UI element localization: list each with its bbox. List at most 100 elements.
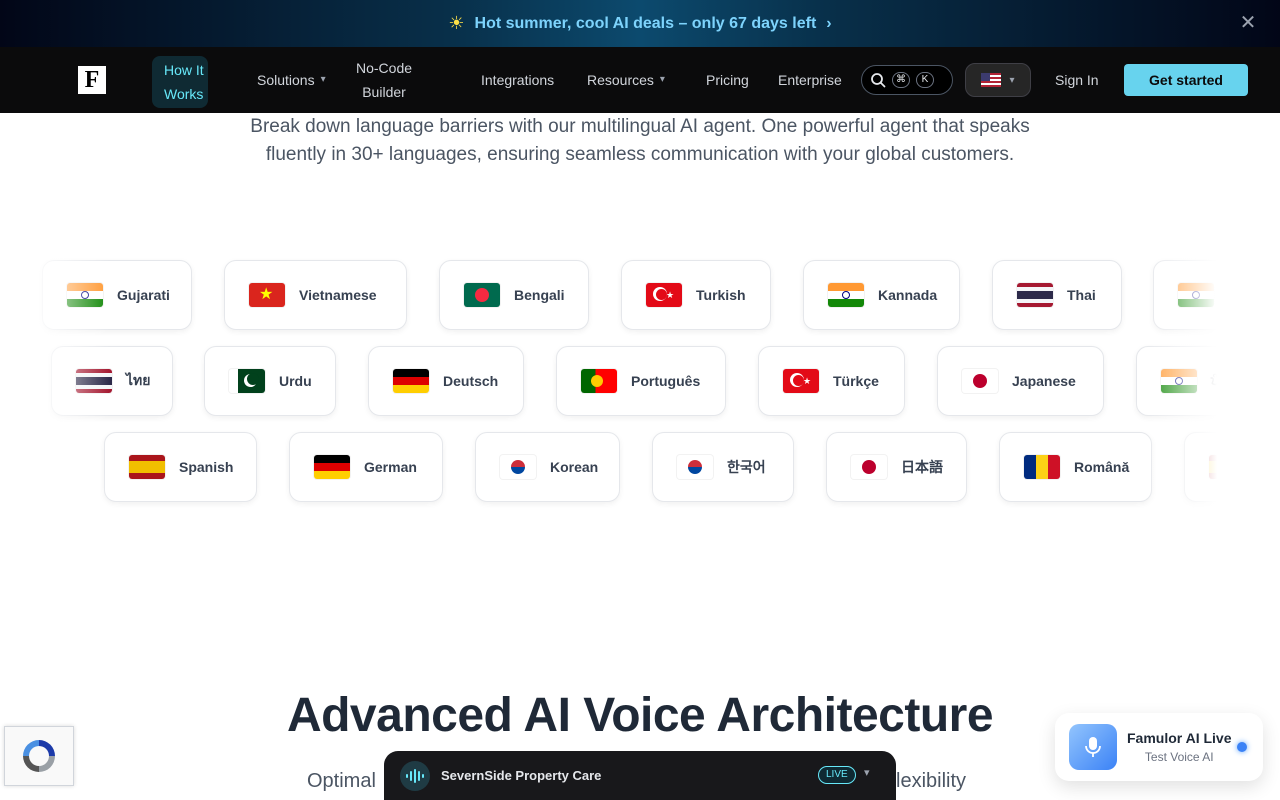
- search-icon: [871, 73, 886, 88]
- turkey-flag-icon: ★: [783, 369, 819, 393]
- kbd-cmd: ⌘: [892, 72, 910, 88]
- language-chip: 한국어: [652, 432, 794, 502]
- close-icon[interactable]: ✕: [1238, 13, 1258, 33]
- live-badge: LIVE: [818, 766, 856, 784]
- nav-enterprise[interactable]: Enterprise: [778, 68, 842, 92]
- language-label: ไทย: [126, 372, 151, 388]
- language-label: 日本語: [901, 459, 943, 475]
- language-chip: ไทย: [51, 346, 173, 416]
- kbd-k: K: [916, 72, 934, 88]
- nav-resources[interactable]: Resources ▾: [587, 68, 665, 92]
- language-chip: German: [289, 432, 443, 502]
- nav-no-code-builder[interactable]: No-Code Builder: [356, 56, 412, 104]
- language-marquee: Gujarati ★ Vietnamese Bengali ★ Turkish …: [0, 250, 1280, 520]
- language-label: Thai: [1067, 287, 1096, 303]
- india-flag-icon: [1178, 283, 1214, 307]
- language-label: Gujarati: [117, 287, 170, 303]
- romania-flag-icon: [1024, 455, 1060, 479]
- language-chip: Thai: [992, 260, 1122, 330]
- widget-subtitle: Test Voice AI: [1144, 750, 1214, 764]
- recaptcha-badge[interactable]: [4, 726, 74, 786]
- language-label: Bengali: [514, 287, 565, 303]
- language-label: 한국어: [727, 459, 766, 475]
- language-chip: Bengali: [439, 260, 589, 330]
- language-chip: [1184, 432, 1280, 502]
- brand-logo[interactable]: F: [78, 66, 106, 94]
- live-call-bar[interactable]: SevernSide Property Care LIVE ▾: [384, 751, 896, 800]
- germany-flag-icon: [393, 369, 429, 393]
- promo-banner[interactable]: ☀ Hot summer, cool AI deals – only 67 da…: [0, 0, 1280, 47]
- language-label: German: [364, 459, 417, 475]
- language-chip: ★ Vietnamese: [224, 260, 407, 330]
- india-flag-icon: [828, 283, 864, 307]
- language-label: Türkçe: [833, 373, 879, 389]
- recaptcha-icon: [23, 740, 55, 772]
- nav-solutions[interactable]: Solutions ▾: [257, 68, 326, 92]
- language-chip: Spanish: [104, 432, 257, 502]
- thailand-flag-icon: [1017, 283, 1053, 307]
- language-selector[interactable]: ▾: [965, 63, 1031, 97]
- chevron-down-icon: ▾: [659, 74, 665, 85]
- language-label: Spanish: [179, 459, 234, 475]
- thailand-flag-icon: [76, 369, 112, 393]
- spain-flag-icon: [129, 455, 165, 479]
- language-chip: Română: [999, 432, 1152, 502]
- south-korea-flag-icon: [500, 455, 536, 479]
- bangladesh-flag-icon: [464, 283, 500, 307]
- language-label: Telugu: [1228, 287, 1273, 303]
- microphone-icon[interactable]: [1069, 724, 1117, 770]
- language-label: ਪੰਜਾਬੀ: [1211, 372, 1247, 389]
- section-title: Advanced AI Voice Architecture: [286, 689, 994, 742]
- intro-text: Break down language barriers with our mu…: [250, 116, 1030, 165]
- language-chip: Korean: [475, 432, 620, 502]
- portugal-flag-icon: [581, 369, 617, 393]
- spain-flag-icon: [1209, 455, 1245, 479]
- search-button[interactable]: ⌘ K: [861, 65, 953, 95]
- language-label: Japanese: [1012, 373, 1076, 389]
- promo-arrow: ›: [826, 14, 832, 32]
- japan-flag-icon: [851, 455, 887, 479]
- call-company-name: SevernSide Property Care: [441, 768, 602, 783]
- section-subtitle-left: Optimal: [307, 770, 376, 792]
- promo-link[interactable]: ☀ Hot summer, cool AI deals – only 67 da…: [448, 13, 831, 34]
- language-chip: ★ Turkish: [621, 260, 771, 330]
- language-chip: 日本語: [826, 432, 967, 502]
- language-label: Deutsch: [443, 373, 499, 389]
- language-label: Korean: [550, 459, 599, 475]
- india-flag-icon: [67, 283, 103, 307]
- japan-flag-icon: [962, 369, 998, 393]
- voice-ai-widget[interactable]: Famulor AI Live Test Voice AI: [1055, 713, 1263, 781]
- language-label: Turkish: [696, 287, 746, 303]
- promo-text: Hot summer, cool AI deals – only 67 days…: [474, 14, 817, 32]
- language-chip: Kannada: [803, 260, 960, 330]
- us-flag-icon: [981, 73, 1002, 87]
- nav-integrations[interactable]: Integrations: [481, 68, 554, 92]
- get-started-button[interactable]: Get started: [1124, 64, 1248, 96]
- germany-flag-icon: [314, 455, 350, 479]
- language-chip: Urdu: [204, 346, 336, 416]
- language-chip: Gujarati: [42, 260, 192, 330]
- language-label: Kannada: [878, 287, 938, 303]
- language-label: Urdu: [279, 373, 312, 389]
- sun-icon: ☀: [448, 13, 465, 33]
- language-chip: Telugu: [1153, 260, 1280, 330]
- main-navbar: F How It Works Solutions ▾ No-Code Build…: [0, 47, 1280, 113]
- language-chip: Japanese: [937, 346, 1104, 416]
- pakistan-flag-icon: [229, 369, 265, 393]
- status-dot: [1237, 742, 1247, 752]
- turkey-flag-icon: ★: [646, 283, 682, 307]
- language-label: Português: [631, 373, 701, 389]
- language-chip: Deutsch: [368, 346, 524, 416]
- nav-how-it-works[interactable]: How It Works: [152, 56, 208, 108]
- nav-pricing[interactable]: Pricing: [706, 68, 749, 92]
- nav-solutions-label: Solutions: [257, 72, 315, 88]
- india-flag-icon: [1161, 369, 1197, 393]
- language-chip: ★ Türkçe: [758, 346, 905, 416]
- nav-resources-label: Resources: [587, 72, 654, 88]
- south-korea-flag-icon: [677, 455, 713, 479]
- audio-wave-icon: [400, 760, 430, 791]
- vietnam-flag-icon: ★: [249, 283, 285, 307]
- language-label: Română: [1074, 459, 1130, 475]
- chevron-down-icon[interactable]: ▾: [864, 766, 870, 779]
- sign-in-link[interactable]: Sign In: [1055, 68, 1099, 92]
